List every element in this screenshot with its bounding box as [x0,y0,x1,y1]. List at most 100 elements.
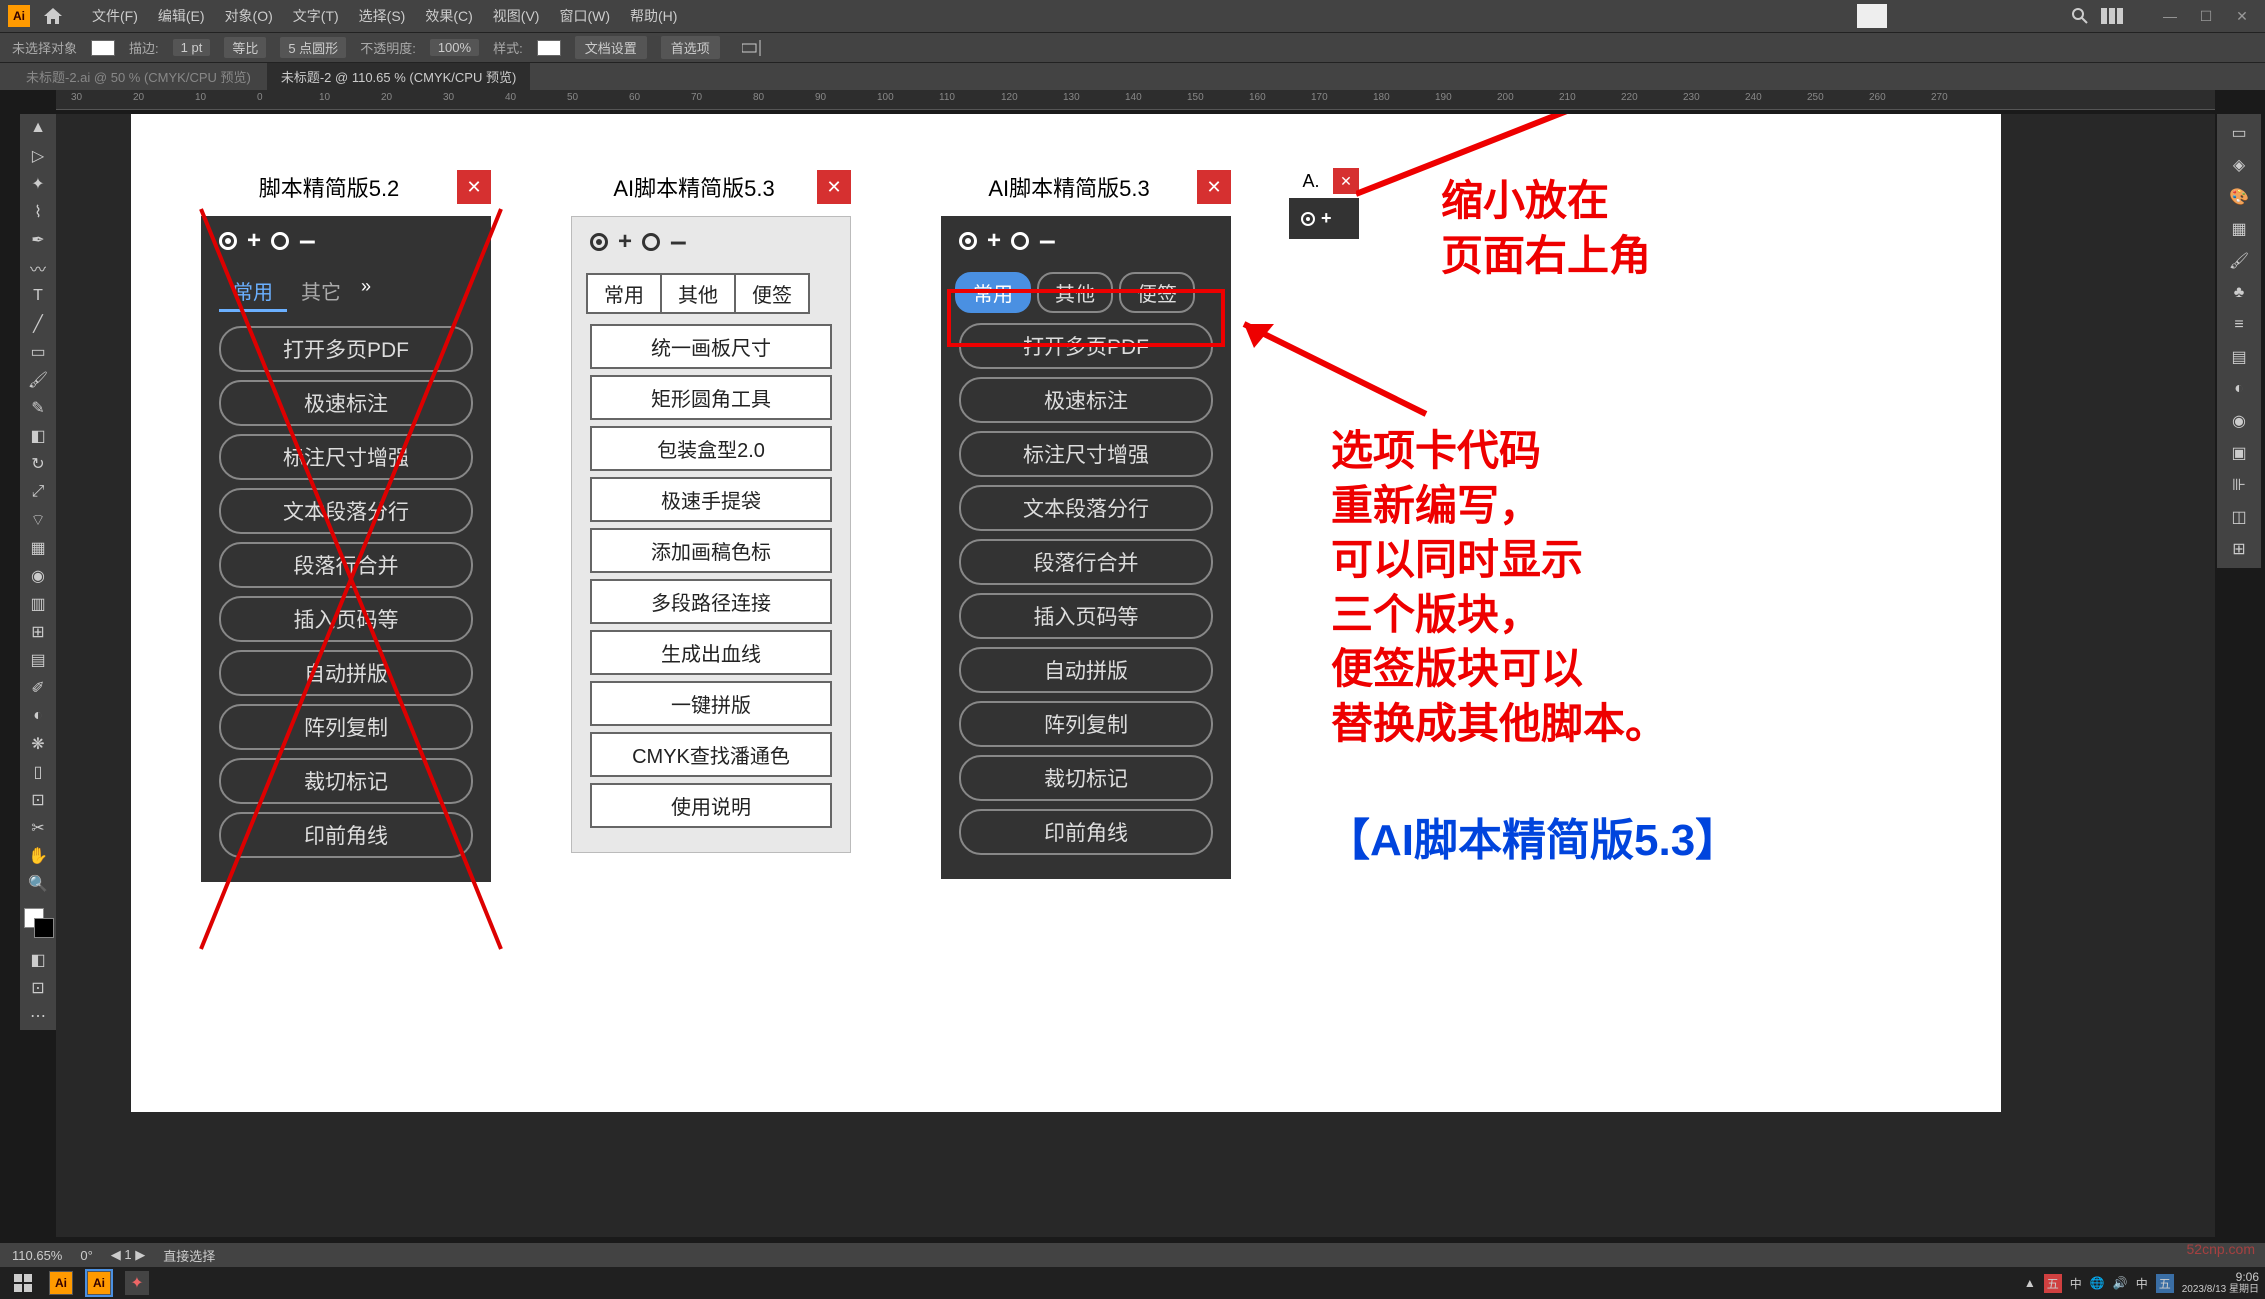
panel53light-btn-2[interactable]: 包装盒型2.0 [590,426,832,471]
menu-effect[interactable]: 效果(C) [415,6,482,26]
panel53dark-btn-4[interactable]: 段落行合并 [959,539,1213,585]
tray-volume-icon[interactable]: 🔊 [2113,1276,2128,1290]
panel53dark-btn-6[interactable]: 自动拼版 [959,647,1213,693]
panel52-btn-4[interactable]: 段落行合并 [219,542,473,588]
eyedropper-tool-icon[interactable]: ✐ [20,674,56,702]
panel52-tab-other[interactable]: 其它 [287,272,355,312]
edit-toolbar-icon[interactable]: ⋯ [20,1002,56,1030]
window-maximize-button[interactable]: ☐ [2191,6,2221,26]
hand-tool-icon[interactable]: ✋ [20,842,56,870]
stroke-value[interactable]: 1 pt [173,39,211,56]
panel53dark-btn-9[interactable]: 印前角线 [959,809,1213,855]
slice-tool-icon[interactable]: ✂ [20,814,56,842]
stroke-chip[interactable] [34,918,54,938]
panel53dark-close-button[interactable]: ✕ [1197,170,1231,204]
panel53light-btn-0[interactable]: 统一画板尺寸 [590,324,832,369]
tray-lang-icon[interactable]: 中 [2070,1275,2082,1292]
panel52-radio-2[interactable] [271,232,289,250]
rotate-icon[interactable]: 0° [80,1248,92,1263]
transform-panel-icon[interactable]: ⊞ [2217,534,2261,564]
pathfinder-panel-icon[interactable]: ◫ [2217,502,2261,532]
magic-wand-tool-icon[interactable]: ✦ [20,170,56,198]
panel52-tab-more-icon[interactable]: » [355,272,377,312]
panel53light-btn-8[interactable]: CMYK查找潘通色 [590,732,832,777]
tray-ime-icon[interactable]: 五 [2044,1274,2062,1293]
tray-keyboard-icon[interactable]: 五 [2156,1274,2174,1293]
blend-tool-icon[interactable]: ◐ [20,702,56,730]
document-setup-button[interactable]: 文档设置 [575,36,647,59]
menu-object[interactable]: 对象(O) [215,6,283,26]
mesh-tool-icon[interactable]: ⊞ [20,618,56,646]
panel53dark-btn-5[interactable]: 插入页码等 [959,593,1213,639]
properties-panel-icon[interactable]: ▭ [2217,118,2261,148]
curvature-tool-icon[interactable]: 〰 [20,254,56,282]
panel52-btn-0[interactable]: 打开多页PDF [219,326,473,372]
start-button[interactable] [6,1269,40,1297]
document-tab-1[interactable]: 未标题-2.ai @ 50 % (CMYK/CPU 预览) [12,63,265,90]
lasso-tool-icon[interactable]: ⌇ [20,198,56,226]
panel53light-radio-1[interactable] [590,233,608,251]
panel53dark-btn-3[interactable]: 文本段落分行 [959,485,1213,531]
taskbar-ai-2[interactable]: Ai [82,1269,116,1297]
home-icon[interactable] [42,5,64,27]
panel53light-btn-9[interactable]: 使用说明 [590,783,832,828]
panel52-btn-9[interactable]: 印前角线 [219,812,473,858]
menu-help[interactable]: 帮助(H) [620,6,687,26]
panel52-btn-1[interactable]: 极速标注 [219,380,473,426]
search-icon[interactable] [2071,7,2089,25]
color-chips[interactable] [20,906,56,946]
panel52-btn-2[interactable]: 标注尺寸增强 [219,434,473,480]
tray-network-icon[interactable]: 🌐 [2090,1276,2105,1290]
color-mode-icon[interactable]: ◧ [20,946,56,974]
panel52-btn-6[interactable]: 自动拼版 [219,650,473,696]
graph-tool-icon[interactable]: ▯ [20,758,56,786]
document-tab-2[interactable]: 未标题-2 @ 110.65 % (CMYK/CPU 预览) [267,63,530,90]
gradient-tool-icon[interactable]: ▤ [20,646,56,674]
fill-swatch[interactable] [91,40,115,56]
panel53light-btn-3[interactable]: 极速手提袋 [590,477,832,522]
opacity-value[interactable]: 100% [430,39,479,56]
shape-builder-tool-icon[interactable]: ◉ [20,562,56,590]
appearance-panel-icon[interactable]: ◉ [2217,406,2261,436]
tray-icon[interactable]: ▲ [2024,1276,2036,1290]
panel52-btn-8[interactable]: 裁切标记 [219,758,473,804]
direct-selection-tool-icon[interactable]: ▷ [20,142,56,170]
uniform-dropdown[interactable]: 等比 [224,37,266,58]
panel53light-tab-other[interactable]: 其他 [662,273,736,314]
panel52-btn-3[interactable]: 文本段落分行 [219,488,473,534]
eraser-tool-icon[interactable]: ◧ [20,422,56,450]
preferences-button[interactable]: 首选项 [661,36,720,59]
selection-tool-icon[interactable]: ▲ [20,114,56,142]
panel53light-close-button[interactable]: ✕ [817,170,851,204]
mini-panel-close-button[interactable]: ✕ [1333,168,1359,194]
paintbrush-tool-icon[interactable]: 🖌 [20,366,56,394]
menu-view[interactable]: 视图(V) [483,6,550,26]
panel53light-tab-notes[interactable]: 便签 [736,273,810,314]
line-tool-icon[interactable]: ╱ [20,310,56,338]
menu-select[interactable]: 选择(S) [349,6,416,26]
transparency-panel-icon[interactable]: ◐ [2217,374,2261,404]
perspective-tool-icon[interactable]: ▥ [20,590,56,618]
artboard-tool-icon[interactable]: ⊡ [20,786,56,814]
panel53light-btn-1[interactable]: 矩形圆角工具 [590,375,832,420]
tray-ime2-icon[interactable]: 中 [2136,1275,2148,1292]
width-tool-icon[interactable]: ⌔ [20,506,56,534]
panel53dark-radio-1[interactable] [959,232,977,250]
gradient-panel-icon[interactable]: ▤ [2217,342,2261,372]
brush-dropdown[interactable]: 5 点圆形 [280,37,346,58]
stroke-panel-icon[interactable]: ≡ [2217,310,2261,340]
panel53dark-btn-2[interactable]: 标注尺寸增强 [959,431,1213,477]
panel53dark-radio-2[interactable] [1011,232,1029,250]
zoom-value[interactable]: 110.65% [12,1248,62,1263]
panel52-btn-5[interactable]: 插入页码等 [219,596,473,642]
menu-window[interactable]: 窗口(W) [549,6,620,26]
symbol-tool-icon[interactable]: ❋ [20,730,56,758]
align-panel-icon[interactable]: ⊪ [2217,470,2261,500]
shaper-tool-icon[interactable]: ✎ [20,394,56,422]
window-close-button[interactable]: ✕ [2227,6,2257,26]
panel52-close-button[interactable]: ✕ [457,170,491,204]
panel53light-radio-2[interactable] [642,233,660,251]
color-panel-icon[interactable]: 🎨 [2217,182,2261,212]
panel52-tab-common[interactable]: 常用 [219,272,287,312]
type-tool-icon[interactable]: T [20,282,56,310]
